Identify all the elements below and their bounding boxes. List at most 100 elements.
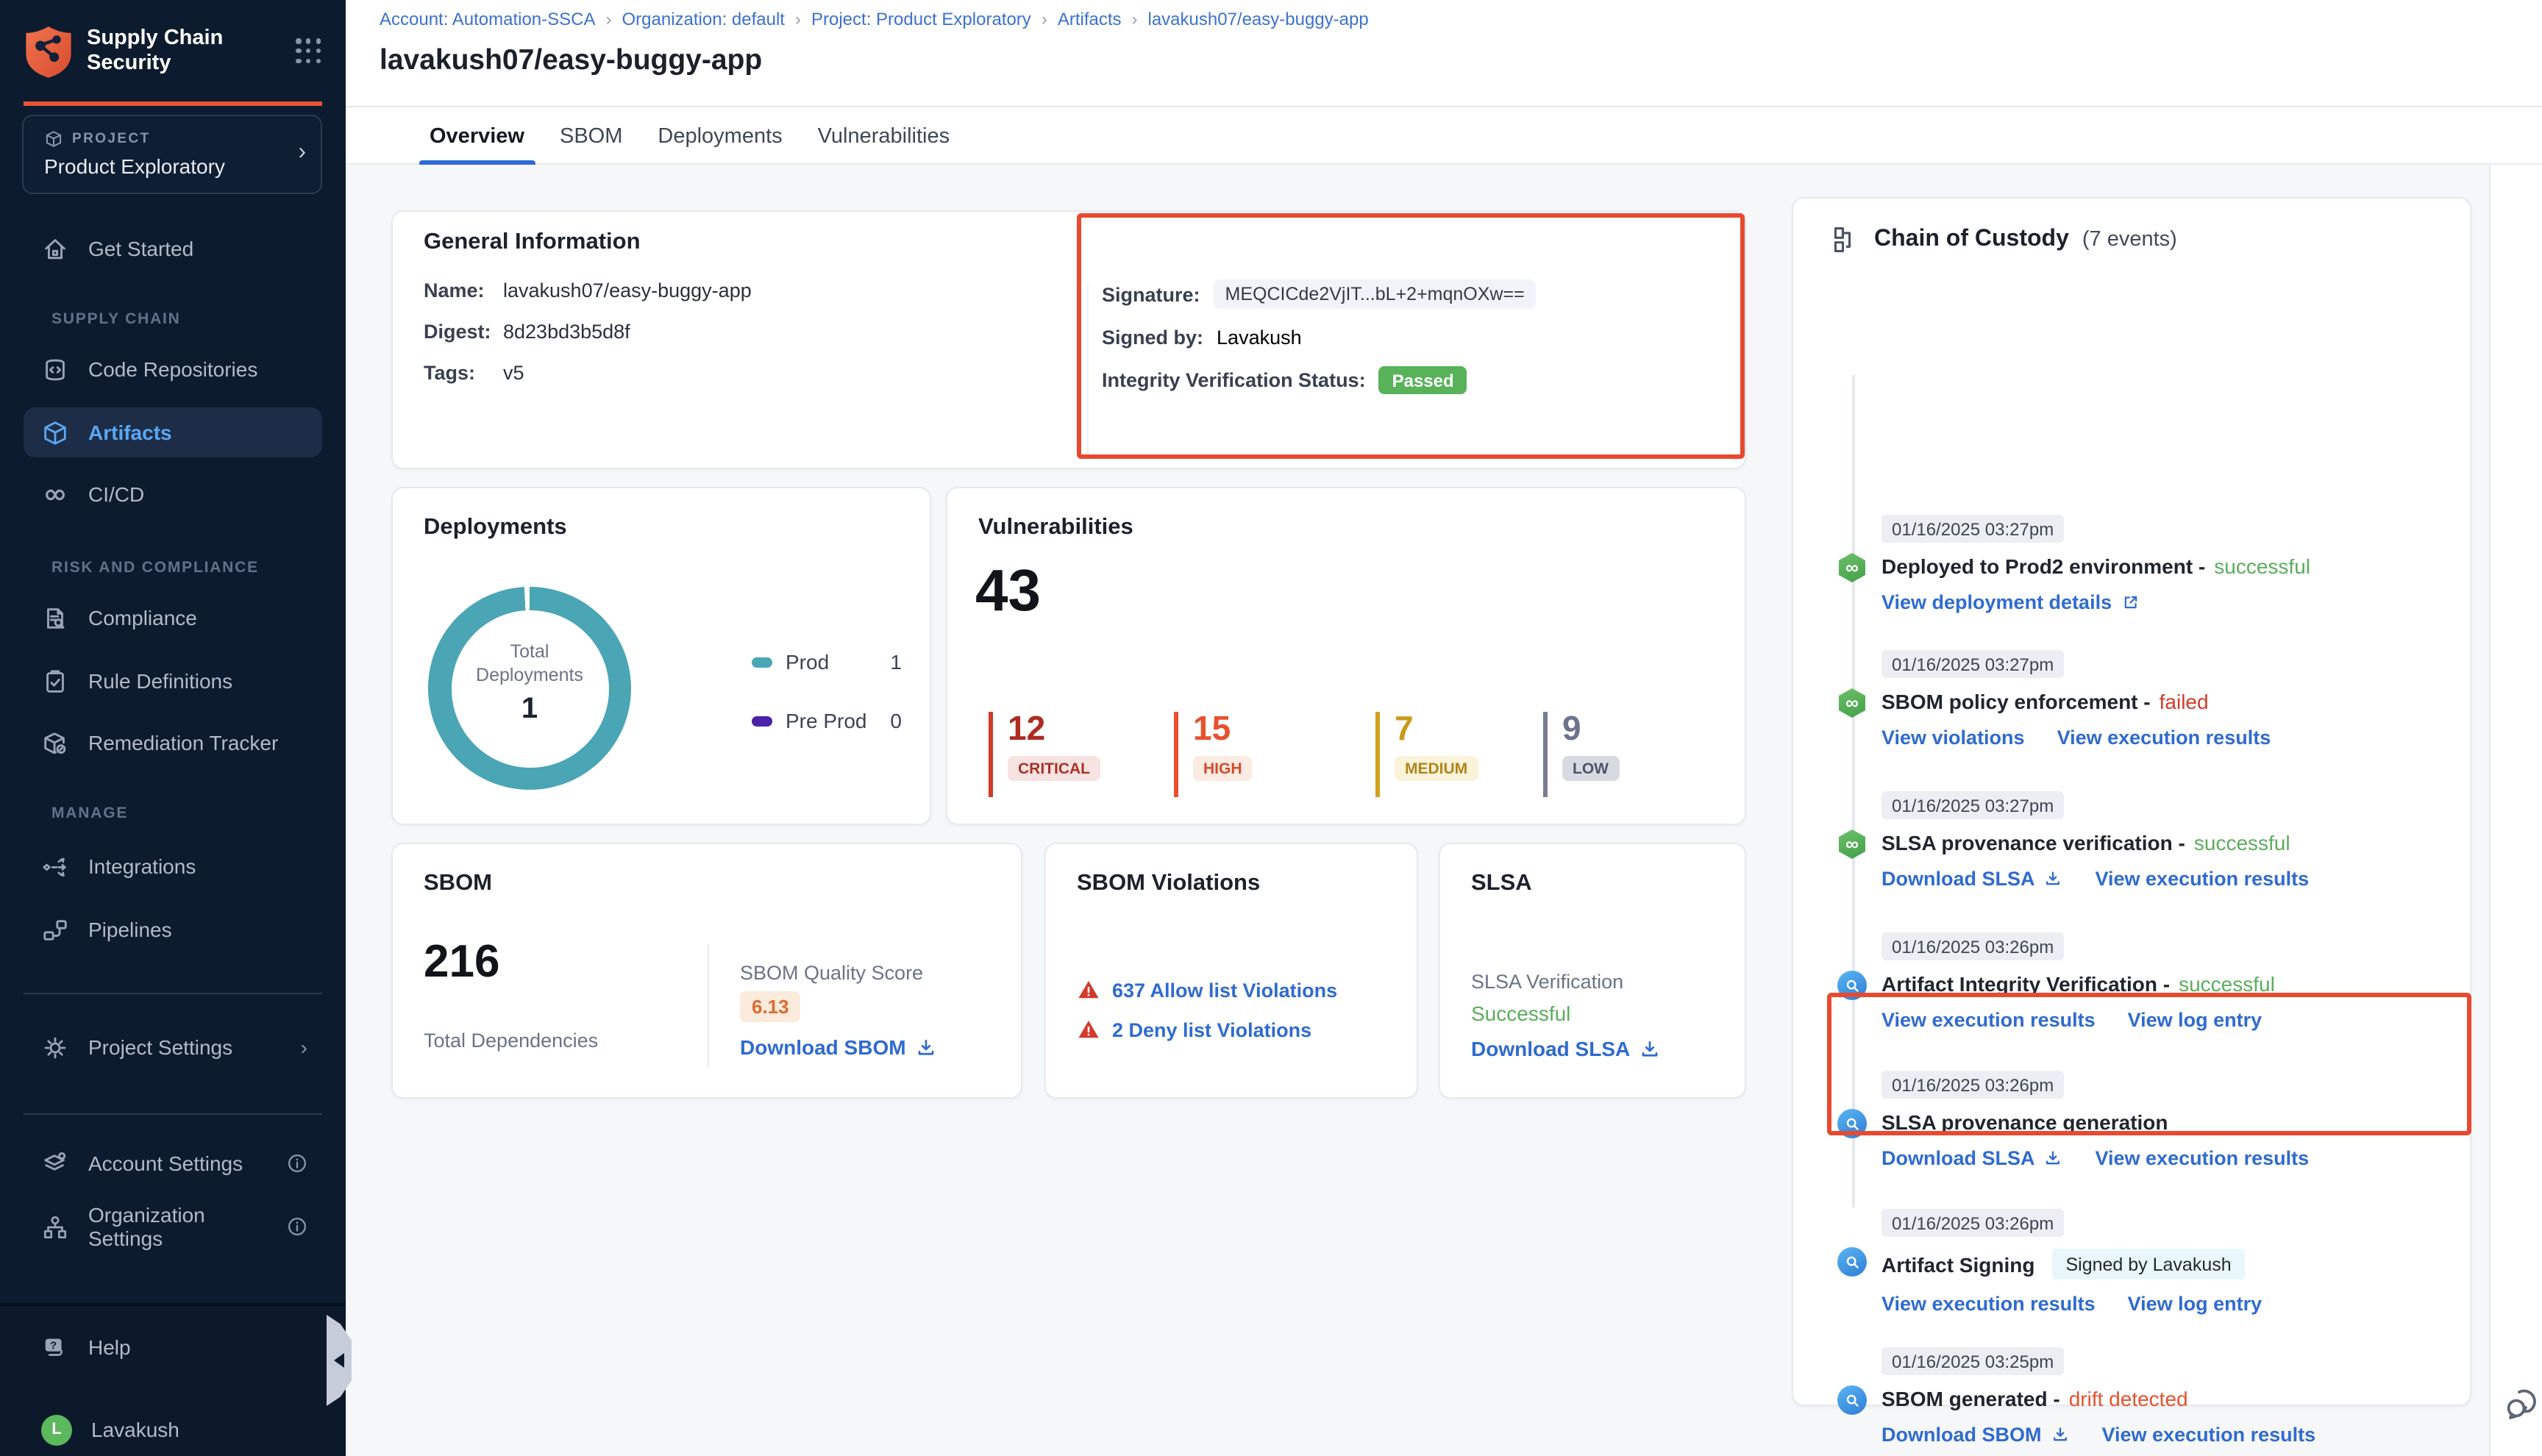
project-selector[interactable]: PROJECT Product Exploratory › (22, 115, 322, 194)
event-status: successful (2179, 972, 2275, 996)
svg-text:?: ? (50, 1339, 57, 1352)
module-grid-icon[interactable] (296, 38, 322, 65)
sidebar-divider (24, 993, 322, 994)
breadcrumb-account[interactable]: Account: Automation-SSCA (380, 9, 596, 29)
total-deployments-value: 1 (428, 692, 631, 726)
infinity-icon (41, 480, 69, 508)
sidebar-item-organization-settings[interactable]: Organization Settings (24, 1202, 322, 1252)
user-name: Lavakush (91, 1418, 179, 1441)
deny-list-violations-link[interactable]: 2 Deny list Violations (1112, 1018, 1311, 1041)
download-icon (915, 1036, 937, 1058)
download-slsa-link[interactable]: Download SLSA (1881, 1147, 2035, 1169)
sidebar-item-integrations[interactable]: Integrations (24, 841, 322, 891)
view-execution-results-link[interactable]: View execution results (2096, 1147, 2310, 1169)
slsa-card: SLSA SLSA Verification Successful Downlo… (1439, 843, 1746, 1099)
critical-badge: CRITICAL (1008, 756, 1100, 781)
chain-event-sbom-policy-enforcement: ∞ 01/16/2025 03:27pm SBOM policy enforce… (1837, 650, 2455, 749)
allow-list-violations-link[interactable]: 637 Allow list Violations (1112, 979, 1337, 1001)
signed-by-label: Signed by: (1102, 326, 1203, 349)
scroll-gutter[interactable] (2489, 165, 2542, 1456)
view-deployment-details-link[interactable]: View deployment details (1881, 591, 2112, 613)
sidebar-item-compliance[interactable]: Compliance (24, 593, 322, 643)
sidebar-item-get-started[interactable]: Get Started (24, 224, 322, 274)
sidebar: Supply Chain Security PROJECT Product Ex… (0, 0, 346, 1456)
view-execution-results-link[interactable]: View execution results (1881, 1293, 2096, 1315)
event-title: SBOM generated - (1881, 1387, 2060, 1410)
event-title: Artifact Signing (1881, 1252, 2034, 1276)
scan-magnifier-icon (1837, 971, 1867, 1000)
download-slsa-link[interactable]: Download SLSA (1881, 868, 2035, 890)
breadcrumb-organization[interactable]: Organization: default (622, 9, 786, 29)
sidebar-item-artifacts[interactable]: Artifacts (24, 407, 322, 457)
severity-critical: 12 CRITICAL (989, 712, 1100, 797)
sbom-quality-score-label: SBOM Quality Score (740, 962, 923, 984)
medium-count: 7 (1395, 712, 1478, 746)
slsa-verification-status: Successful (1471, 1002, 1570, 1025)
sidebar-item-help[interactable]: ? Help (24, 1322, 322, 1372)
info-circle-icon (287, 1216, 307, 1237)
card-title: Deployments (424, 515, 567, 541)
breadcrumb-artifacts[interactable]: Artifacts (1058, 9, 1122, 29)
download-icon (1639, 1038, 1661, 1060)
document-search-icon (41, 604, 69, 632)
tabs-bar: Overview SBOM Deployments Vulnerabilitie… (346, 107, 2542, 165)
pipelines-icon (41, 916, 69, 943)
view-execution-results-link[interactable]: View execution results (2096, 868, 2310, 890)
chain-event-sbom-generated: 01/16/2025 03:25pm SBOM generated -drift… (1837, 1347, 2455, 1446)
signed-by-badge: Signed by Lavakush (2052, 1249, 2244, 1280)
view-execution-results-link[interactable]: View execution results (2102, 1424, 2316, 1446)
tab-sbom[interactable]: SBOM (560, 107, 622, 165)
view-execution-results-link[interactable]: View execution results (1881, 1009, 2096, 1031)
digest-value: 8d23bd3b5d8f (503, 321, 630, 343)
chain-event-slsa-provenance-generation: 01/16/2025 03:26pm SLSA provenance gener… (1837, 1071, 2455, 1169)
sidebar-item-label: Pipelines (88, 918, 172, 941)
sbom-total-dependencies-value: 216 (424, 935, 499, 988)
sidebar-item-project-settings[interactable]: Project Settings › (24, 1022, 322, 1072)
vertical-divider (1087, 285, 1089, 456)
sidebar-item-label: Remediation Tracker (88, 731, 278, 754)
tab-overview[interactable]: Overview (430, 107, 524, 165)
warning-triangle-icon (1077, 1018, 1100, 1041)
sidebar-item-label: Rule Definitions (88, 669, 232, 693)
sidebar-section-supply-chain: SUPPLY CHAIN (51, 310, 181, 328)
severity-high: 15 HIGH (1174, 712, 1253, 797)
chain-event-slsa-provenance-verification: ∞ 01/16/2025 03:27pm SLSA provenance ver… (1837, 791, 2455, 890)
event-title: SBOM policy enforcement - (1881, 690, 2151, 713)
view-execution-results-link[interactable]: View execution results (2057, 727, 2271, 749)
tags-value: v5 (503, 362, 524, 384)
view-log-entry-link[interactable]: View log entry (2128, 1293, 2262, 1315)
sidebar-item-cicd[interactable]: CI/CD (24, 469, 322, 519)
info-circle-icon (287, 1153, 307, 1174)
view-log-entry-link[interactable]: View log entry (2128, 1009, 2262, 1031)
legend-value: 0 (890, 709, 902, 732)
download-sbom-link[interactable]: Download SBOM (740, 1035, 906, 1059)
tab-deployments[interactable]: Deployments (658, 107, 782, 165)
pre-prod-swatch (752, 715, 772, 726)
event-timestamp: 01/16/2025 03:27pm (1881, 650, 2064, 678)
view-violations-link[interactable]: View violations (1881, 727, 2025, 749)
signature-value[interactable]: MEQCICde2VjIT...bL+2+mqnOXw== (1214, 279, 1537, 309)
download-sbom-link[interactable]: Download SBOM (1881, 1424, 2042, 1446)
event-timestamp: 01/16/2025 03:26pm (1881, 932, 2064, 960)
download-slsa-link[interactable]: Download SLSA (1471, 1037, 1630, 1060)
sidebar-item-code-repositories[interactable]: Code Repositories (24, 344, 322, 394)
legend-item-pre-prod: Pre Prod 0 (752, 709, 902, 732)
project-cube-icon (44, 129, 63, 149)
breadcrumb-separator: › (1132, 9, 1138, 29)
sidebar-item-pipelines[interactable]: Pipelines (24, 904, 322, 954)
breadcrumb-separator: › (795, 9, 801, 29)
sidebar-item-rule-definitions[interactable]: Rule Definitions (24, 656, 322, 706)
tab-vulnerabilities[interactable]: Vulnerabilities (818, 107, 950, 165)
sidebar-user[interactable]: L Lavakush (24, 1405, 322, 1455)
sidebar-footer: ? Help L Lavakush (0, 1303, 346, 1456)
event-title: SLSA provenance generation (1881, 1110, 2168, 1134)
page-title: lavakush07/easy-buggy-app (380, 44, 762, 78)
sidebar-collapse-handle[interactable] (327, 1315, 352, 1406)
sidebar-item-remediation-tracker[interactable]: Remediation Tracker (24, 718, 322, 768)
breadcrumb-current[interactable]: lavakush07/easy-buggy-app (1148, 9, 1369, 29)
vertical-divider (708, 944, 709, 1068)
sidebar-item-account-settings[interactable]: Account Settings (24, 1138, 322, 1188)
breadcrumb-project[interactable]: Project: Product Exploratory (811, 9, 1031, 29)
support-chat-icon[interactable] (2504, 1382, 2542, 1424)
status-badge-passed: Passed (1379, 366, 1467, 394)
